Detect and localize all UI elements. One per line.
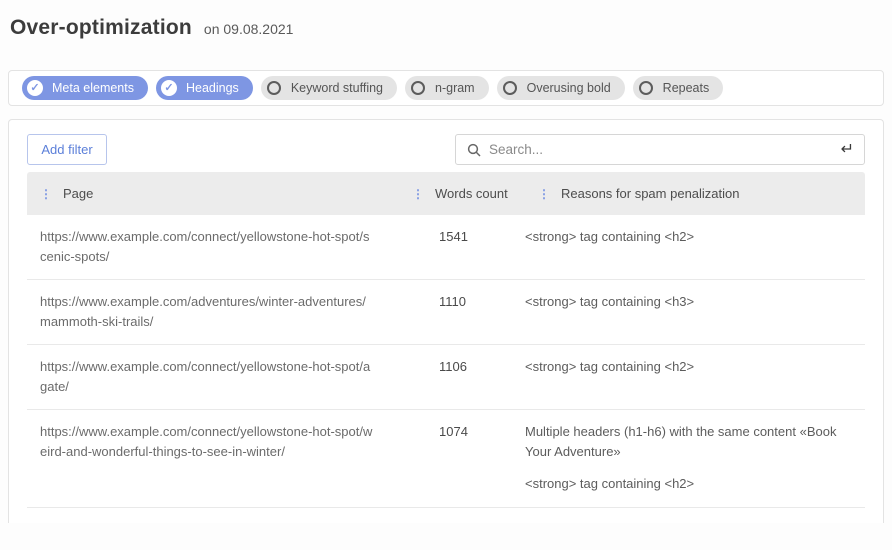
page-url-cell: https://www.example.com/connect/yellowst… — [27, 520, 399, 524]
reason-text: <strong> tag containing <h2> — [525, 520, 851, 524]
column-header-words-count: ⋮ Words count — [399, 186, 525, 201]
reason-text: Multiple headers (h1-h6) with the same c… — [525, 422, 851, 461]
radio-circle-icon — [639, 81, 653, 95]
page-url-cell: https://www.example.com/adventures/winte… — [27, 292, 399, 331]
column-header-page: ⋮ Page — [27, 186, 399, 201]
reason-text: <strong> tag containing <h2> — [525, 227, 851, 247]
filter-chip-label: Headings — [186, 81, 239, 95]
column-label: Reasons for spam penalization — [561, 186, 740, 201]
words-count-cell: 1110 — [399, 292, 525, 331]
table-row: https://www.example.com/connect/yellowst… — [27, 215, 865, 280]
filter-chip-label: Overusing bold — [527, 81, 611, 95]
filter-chip-label: n-gram — [435, 81, 475, 95]
filter-chips: ✓ Meta elements ✓ Headings Keyword stuffing n… — [8, 70, 884, 106]
filter-chip-label: Keyword stuffing — [291, 81, 383, 95]
reason-text: <strong> tag containing <h2> — [525, 474, 851, 494]
table-row: https://www.example.com/connect/yellowst… — [27, 345, 865, 410]
page-title: Over-optimization — [10, 16, 192, 40]
report-card: Add filter ↵ ⋮ Page ⋮ Words count ⋮ Reas… — [8, 119, 884, 523]
page-url-cell: https://www.example.com/connect/yellowst… — [27, 227, 399, 266]
filter-chip-keyword-stuffing[interactable]: Keyword stuffing — [261, 76, 397, 100]
filter-chip-overusing-bold[interactable]: Overusing bold — [497, 76, 625, 100]
filter-chip-repeats[interactable]: Repeats — [633, 76, 724, 100]
add-filter-button[interactable]: Add filter — [27, 134, 107, 165]
column-menu-icon[interactable]: ⋮ — [412, 188, 424, 200]
table-row: https://www.example.com/connect/yellowst… — [27, 508, 865, 524]
reasons-cell: <strong> tag containing <h2> — [525, 357, 865, 396]
page-header: Over-optimization on 09.08.2021 — [0, 0, 892, 40]
enter-key-icon[interactable]: ↵ — [841, 142, 854, 158]
checked-circle-icon: ✓ — [27, 80, 43, 96]
column-label: Page — [63, 186, 93, 201]
filter-chip-meta-elements[interactable]: ✓ Meta elements — [22, 76, 148, 100]
filter-chip-label: Meta elements — [52, 81, 134, 95]
words-count-cell: 1074 — [399, 422, 525, 494]
radio-circle-icon — [267, 81, 281, 95]
filter-chip-label: Repeats — [663, 81, 710, 95]
table-toolbar: Add filter ↵ — [27, 134, 865, 165]
reasons-cell: Multiple headers (h1-h6) with the same c… — [525, 422, 865, 494]
table-body: https://www.example.com/connect/yellowst… — [27, 215, 865, 523]
filter-chip-headings[interactable]: ✓ Headings — [156, 76, 253, 100]
table-header: ⋮ Page ⋮ Words count ⋮ Reasons for spam … — [27, 172, 865, 215]
column-menu-icon[interactable]: ⋮ — [40, 188, 52, 200]
search-box[interactable]: ↵ — [455, 134, 865, 165]
column-menu-icon[interactable]: ⋮ — [538, 188, 550, 200]
radio-circle-icon — [503, 81, 517, 95]
reason-text: <strong> tag containing <h3> — [525, 292, 851, 312]
table-row: https://www.example.com/connect/yellowst… — [27, 410, 865, 508]
page-url-cell: https://www.example.com/connect/yellowst… — [27, 422, 399, 494]
reasons-cell: <strong> tag containing <h3> — [525, 292, 865, 331]
filter-chip-n-gram[interactable]: n-gram — [405, 76, 489, 100]
reason-text: <strong> tag containing <h2> — [525, 357, 851, 377]
page-url-cell: https://www.example.com/connect/yellowst… — [27, 357, 399, 396]
reasons-cell: <strong> tag containing <h2> — [525, 227, 865, 266]
words-count-cell: 1306 — [399, 520, 525, 524]
column-label: Words count — [435, 186, 508, 201]
radio-circle-icon — [411, 81, 425, 95]
search-input[interactable] — [489, 142, 833, 157]
search-icon — [467, 143, 481, 157]
table-row: https://www.example.com/adventures/winte… — [27, 280, 865, 345]
checked-circle-icon: ✓ — [161, 80, 177, 96]
words-count-cell: 1106 — [399, 357, 525, 396]
words-count-cell: 1541 — [399, 227, 525, 266]
reasons-cell: <strong> tag containing <h2> — [525, 520, 865, 524]
report-date: on 09.08.2021 — [204, 21, 294, 37]
column-header-reasons: ⋮ Reasons for spam penalization — [525, 186, 865, 201]
